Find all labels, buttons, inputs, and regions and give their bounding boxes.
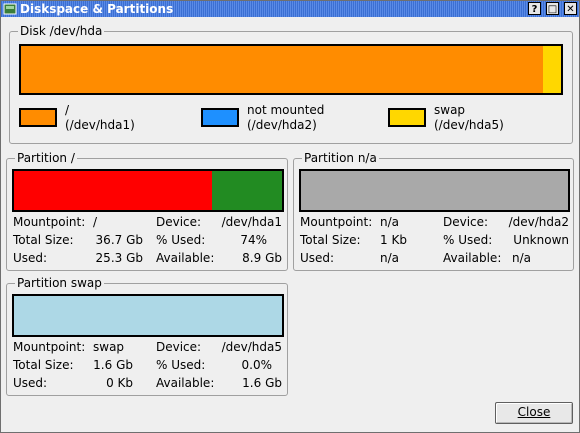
legend-not-mounted-label: not mounted (/dev/hda2) [247,103,325,132]
total-size-label: Total Size: [300,233,361,247]
free-segment [212,171,282,210]
partition-swap-usage-bar [12,294,284,337]
partition-root-group: Partition / Mountpoint: / Device: /dev/h… [6,151,288,271]
mountpoint-label: Mountpoint: [300,215,373,229]
percent-used-label: % Used: [156,233,206,247]
used-label: Used: [13,376,48,390]
used-value: 0 Kb [106,376,133,390]
available-label: Available: [156,251,215,265]
mountpoint-value: swap [93,340,125,354]
mountpoint-label: Mountpoint: [13,340,86,354]
percent-used-value: 0.0% [241,358,273,372]
disk-segment-swap [543,46,561,93]
mountpoint-value: / [93,215,98,229]
total-size-value: 1.6 Gb [93,358,133,372]
partition-swap-title: Partition swap [15,276,104,290]
help-button[interactable]: ? [528,2,541,15]
disk-group: Disk /dev/hda / (/dev/hda1) not mounted (/… [9,24,573,144]
partition-root-usage-bar [12,169,284,212]
partition-swap-group: Partition swap Mountpoint: swap Device: … [6,276,288,396]
available-value: 8.9 Gb [242,251,282,265]
disk-group-title: Disk /dev/hda [18,24,105,38]
legend-swatch-swap [388,108,426,127]
used-value: 25.3 Gb [95,251,143,265]
device-value: /dev/hda1 [221,215,282,229]
title-bar[interactable]: Diskspace & Partitions ? □ ✕ [1,1,579,17]
close-button[interactable]: Close [495,402,573,424]
maximize-button[interactable]: □ [546,2,559,15]
used-segment [301,171,568,210]
total-size-label: Total Size: [13,233,74,247]
percent-used-value: Unknown [513,233,569,247]
device-label: Device: [156,340,202,354]
disk-usage-bar [19,44,563,95]
partition-root-title: Partition / [15,151,77,165]
partition-na-group: Partition n/a Mountpoint: n/a Device: /d… [293,151,574,271]
window-title: Diskspace & Partitions [20,2,174,16]
device-value: /dev/hda5 [221,340,282,354]
mountpoint-value: n/a [380,215,400,229]
legend-root-label: / (/dev/hda1) [65,103,135,132]
used-label: Used: [300,251,335,265]
total-size-label: Total Size: [13,358,74,372]
total-size-value: 36.7 Gb [95,233,143,247]
available-value: n/a [512,251,532,265]
device-label: Device: [443,215,489,229]
total-size-value: 1 Kb [380,233,407,247]
legend-swatch-not-mounted [201,108,239,127]
partition-na-title: Partition n/a [302,151,379,165]
available-label: Available: [443,251,502,265]
used-segment [14,171,213,210]
disk-app-icon [3,3,17,15]
disk-segment-root [21,46,544,93]
used-segment [14,296,282,335]
partition-na-usage-bar [299,169,570,212]
device-label: Device: [156,215,202,229]
available-value: 1.6 Gb [242,376,282,390]
mountpoint-label: Mountpoint: [13,215,86,229]
used-value: n/a [380,251,400,265]
percent-used-value: 74% [240,233,267,247]
used-label: Used: [13,251,48,265]
available-label: Available: [156,376,215,390]
legend-swap-label: swap (/dev/hda5) [434,103,504,132]
percent-used-label: % Used: [443,233,493,247]
percent-used-label: % Used: [156,358,206,372]
device-value: /dev/hda2 [508,215,569,229]
close-window-button[interactable]: ✕ [564,2,577,15]
diskspace-window: Diskspace & Partitions ? □ ✕ Disk /dev/h… [0,0,580,433]
legend-swatch-root [19,108,57,127]
